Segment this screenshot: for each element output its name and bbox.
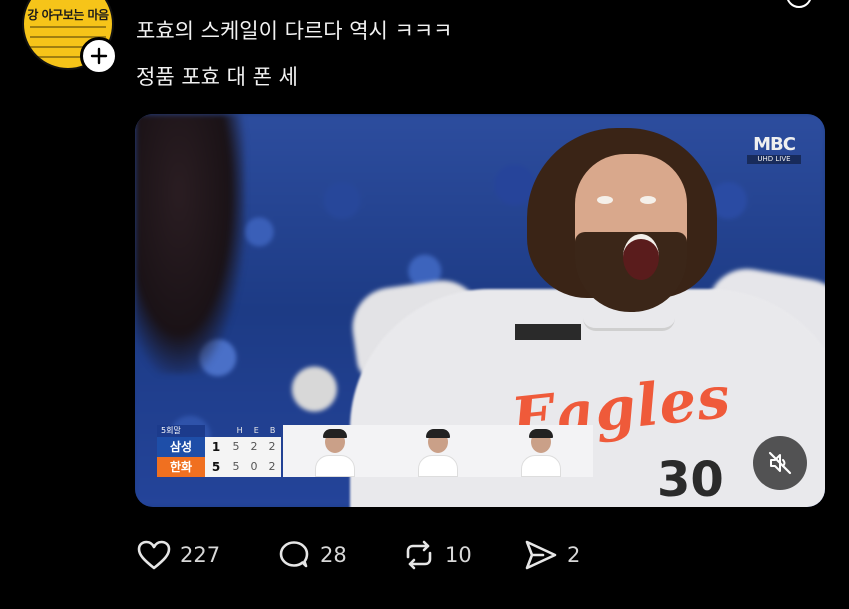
mute-button[interactable] xyxy=(753,436,807,490)
follow-button[interactable] xyxy=(80,37,118,75)
player-eye xyxy=(597,196,613,204)
team-name: 한화 xyxy=(157,457,205,477)
stat-value: 5 xyxy=(232,460,240,473)
like-button[interactable]: 227 xyxy=(136,535,220,575)
team-stats: 5 2 2 xyxy=(227,437,281,457)
stat-header: E xyxy=(253,426,259,435)
jersey-patch xyxy=(515,324,581,340)
plus-icon xyxy=(90,47,108,65)
team-runs: 5 xyxy=(205,457,227,477)
broadcaster-logo: MBC UHD LIVE xyxy=(747,136,801,164)
player-thumbnail xyxy=(313,429,357,477)
stat-value: 2 xyxy=(268,440,276,453)
like-count: 227 xyxy=(180,543,221,567)
repost-button[interactable]: 10 xyxy=(401,535,472,575)
player-thumbnail xyxy=(416,429,460,477)
heart-icon xyxy=(137,540,171,570)
avatar-text: 강 야구보는 마음 xyxy=(27,8,109,22)
speaker-muted-icon xyxy=(768,451,792,475)
player-mouth xyxy=(623,234,659,280)
stat-value: 2 xyxy=(250,440,258,453)
avatar-decoration xyxy=(30,26,106,28)
player-thumbnail xyxy=(519,429,563,477)
thumbnail-body xyxy=(314,455,355,477)
player-necklace xyxy=(583,318,675,331)
share-count: 2 xyxy=(567,543,581,567)
video-player[interactable]: Eagles 30 MBC UHD LIVE 5회말 H E B 삼성 1 5 … xyxy=(135,114,825,507)
post-text-line-1: 포효의 스케일이 다르다 역시 ㅋㅋㅋ xyxy=(136,19,453,43)
post-text-line-2: 정품 포효 대 폰 세 xyxy=(136,65,298,89)
thumbnail-cap xyxy=(529,429,554,438)
team-stats: 5 0 2 xyxy=(227,457,281,477)
repost-count: 10 xyxy=(445,543,472,567)
broadcaster-name: MBC xyxy=(753,134,796,155)
player-thumbnails xyxy=(283,425,593,477)
speech-bubble-icon xyxy=(279,541,309,568)
comment-button[interactable]: 28 xyxy=(276,535,347,575)
stat-header: B xyxy=(269,426,276,435)
scoreboard-row: 한화 5 5 0 2 xyxy=(157,457,281,477)
thumbnail-cap xyxy=(322,429,347,438)
share-button[interactable]: 2 xyxy=(523,535,580,575)
scoreboard-inning: 5회말 xyxy=(157,425,205,437)
stat-value: 2 xyxy=(268,460,276,473)
stat-value: 0 xyxy=(250,460,258,473)
team-name: 삼성 xyxy=(157,437,205,457)
repost-arrows-icon xyxy=(406,540,432,570)
team-runs: 1 xyxy=(205,437,227,457)
stat-header: H xyxy=(236,426,243,435)
stat-value: 5 xyxy=(232,440,240,453)
jersey-number: 30 xyxy=(657,452,724,507)
thumbnail-cap xyxy=(425,429,450,438)
broadcaster-sub: UHD LIVE xyxy=(747,155,801,164)
comment-count: 28 xyxy=(320,543,347,567)
send-icon xyxy=(525,540,557,570)
thumbnail-body xyxy=(521,455,562,477)
scoreboard-stat-headers: H E B xyxy=(231,425,281,437)
player-eye xyxy=(640,196,656,204)
scoreboard: 5회말 H E B 삼성 1 5 2 2 한화 5 5 0 2 xyxy=(157,425,281,477)
thumbnail-body xyxy=(417,455,458,477)
more-options-icon[interactable] xyxy=(786,0,812,8)
scoreboard-row: 삼성 1 5 2 2 xyxy=(157,437,281,457)
blurred-foreground xyxy=(135,114,245,374)
